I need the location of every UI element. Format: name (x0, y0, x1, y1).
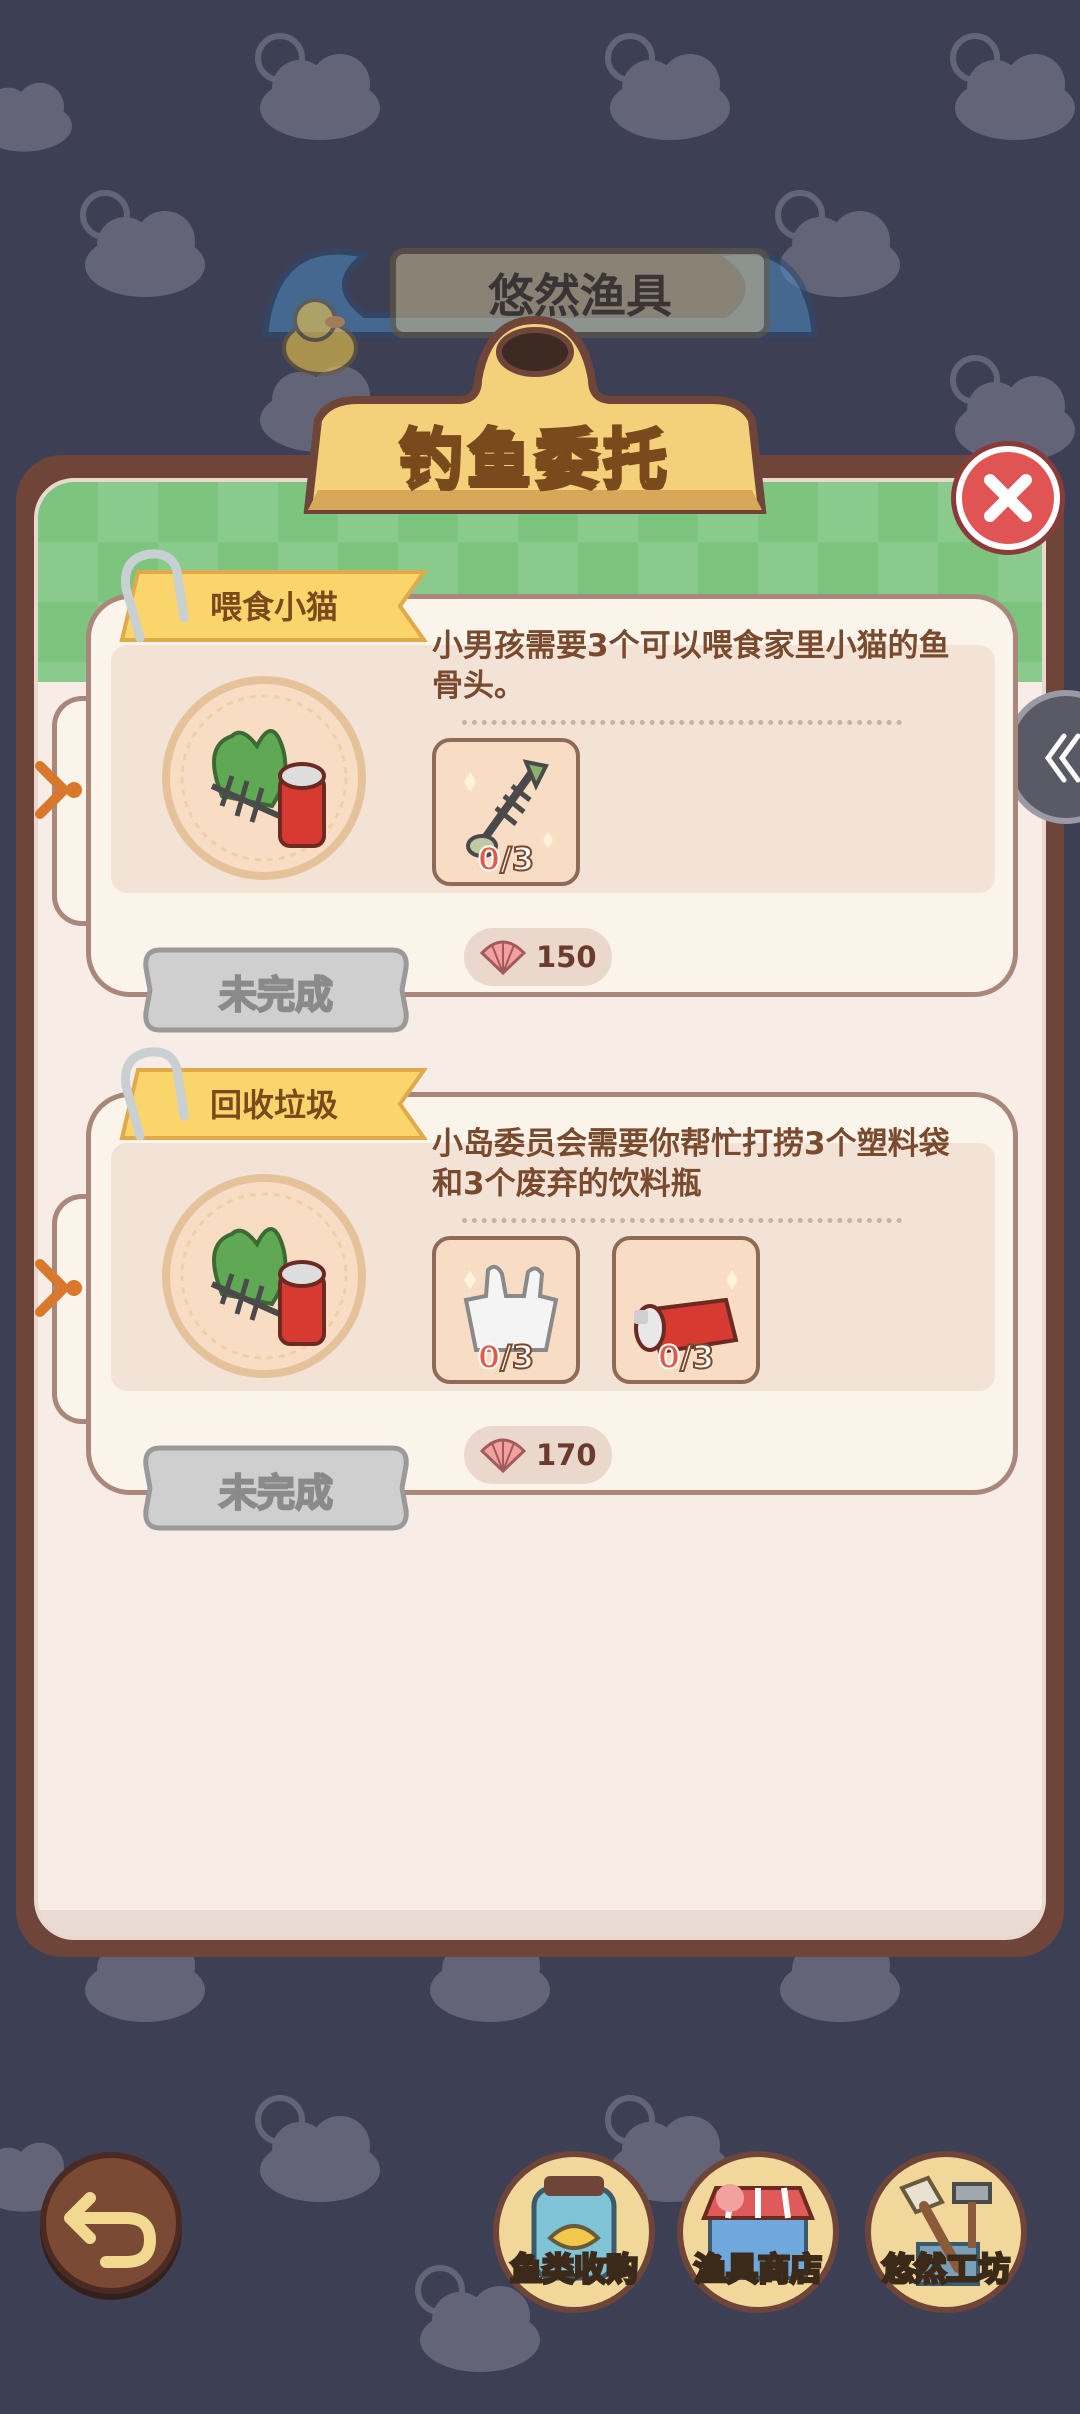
reward-amount: 170 (536, 1438, 597, 1472)
shop-stall-icon (677, 2151, 839, 2313)
close-icon (984, 474, 1032, 522)
required-item-slot[interactable]: 0/3 (432, 1236, 580, 1384)
quest-portrait (162, 676, 366, 880)
item-count: 0/3 (477, 839, 535, 879)
quest-description: 小岛委员会需要你帮忙打捞3个塑料袋和3个废弃的饮料瓶 (432, 1126, 950, 1202)
cloud-icon (240, 28, 390, 148)
cloud-icon (65, 185, 215, 305)
reward-amount: 150 (536, 940, 597, 974)
paperclip-icon (121, 1047, 189, 1141)
shell-icon (479, 940, 527, 976)
orange-arrow-icon (35, 761, 82, 819)
shell-icon (479, 1438, 527, 1474)
paperclip-icon (121, 549, 189, 643)
workshop-button[interactable] (862, 2148, 1030, 2316)
orange-arrow-icon (35, 1259, 82, 1317)
dotted-divider (462, 720, 902, 725)
tackle-shop-label: 渔具商店 (692, 2249, 823, 2290)
required-item-slot[interactable]: 0/3 (432, 738, 580, 886)
fish-jar-icon (493, 2151, 655, 2313)
quest-portrait (162, 1174, 366, 1378)
item-count: 0/3 (657, 1337, 715, 1377)
hammer-tools-icon (865, 2151, 1027, 2313)
fish-buy-label: 鱼类收购 (508, 2249, 639, 2290)
close-button[interactable] (956, 446, 1060, 550)
quest-name: 回收垃圾 (210, 1086, 339, 1124)
status-label: 未完成 (218, 972, 334, 1018)
reward-pill: 150 (464, 928, 612, 986)
panel-bottom-edge (38, 1910, 1042, 1936)
back-button[interactable] (40, 2152, 182, 2294)
fish-buy-button[interactable] (490, 2148, 658, 2316)
required-item-slot[interactable]: 0/3 (612, 1236, 760, 1384)
cloud-icon (590, 28, 740, 148)
status-label: 未完成 (218, 1470, 334, 1516)
panel-title: 钓鱼委托 (398, 422, 671, 499)
chevron-left-icon (1044, 733, 1080, 783)
back-arrow-icon (64, 2192, 157, 2268)
reward-pill: 170 (464, 1426, 612, 1484)
quest-description: 小男孩需要3个可以喂食家里小猫的鱼骨头。 (432, 628, 950, 704)
cloud-icon (0, 60, 80, 160)
cloud-icon (935, 28, 1080, 148)
cloud-icon (240, 2090, 390, 2210)
tackle-shop-button[interactable] (674, 2148, 842, 2316)
quest-name: 喂食小猫 (210, 588, 339, 626)
workshop-label: 悠然工坊 (880, 2249, 1011, 2290)
dotted-divider (462, 1218, 902, 1223)
item-count: 0/3 (477, 1337, 535, 1377)
